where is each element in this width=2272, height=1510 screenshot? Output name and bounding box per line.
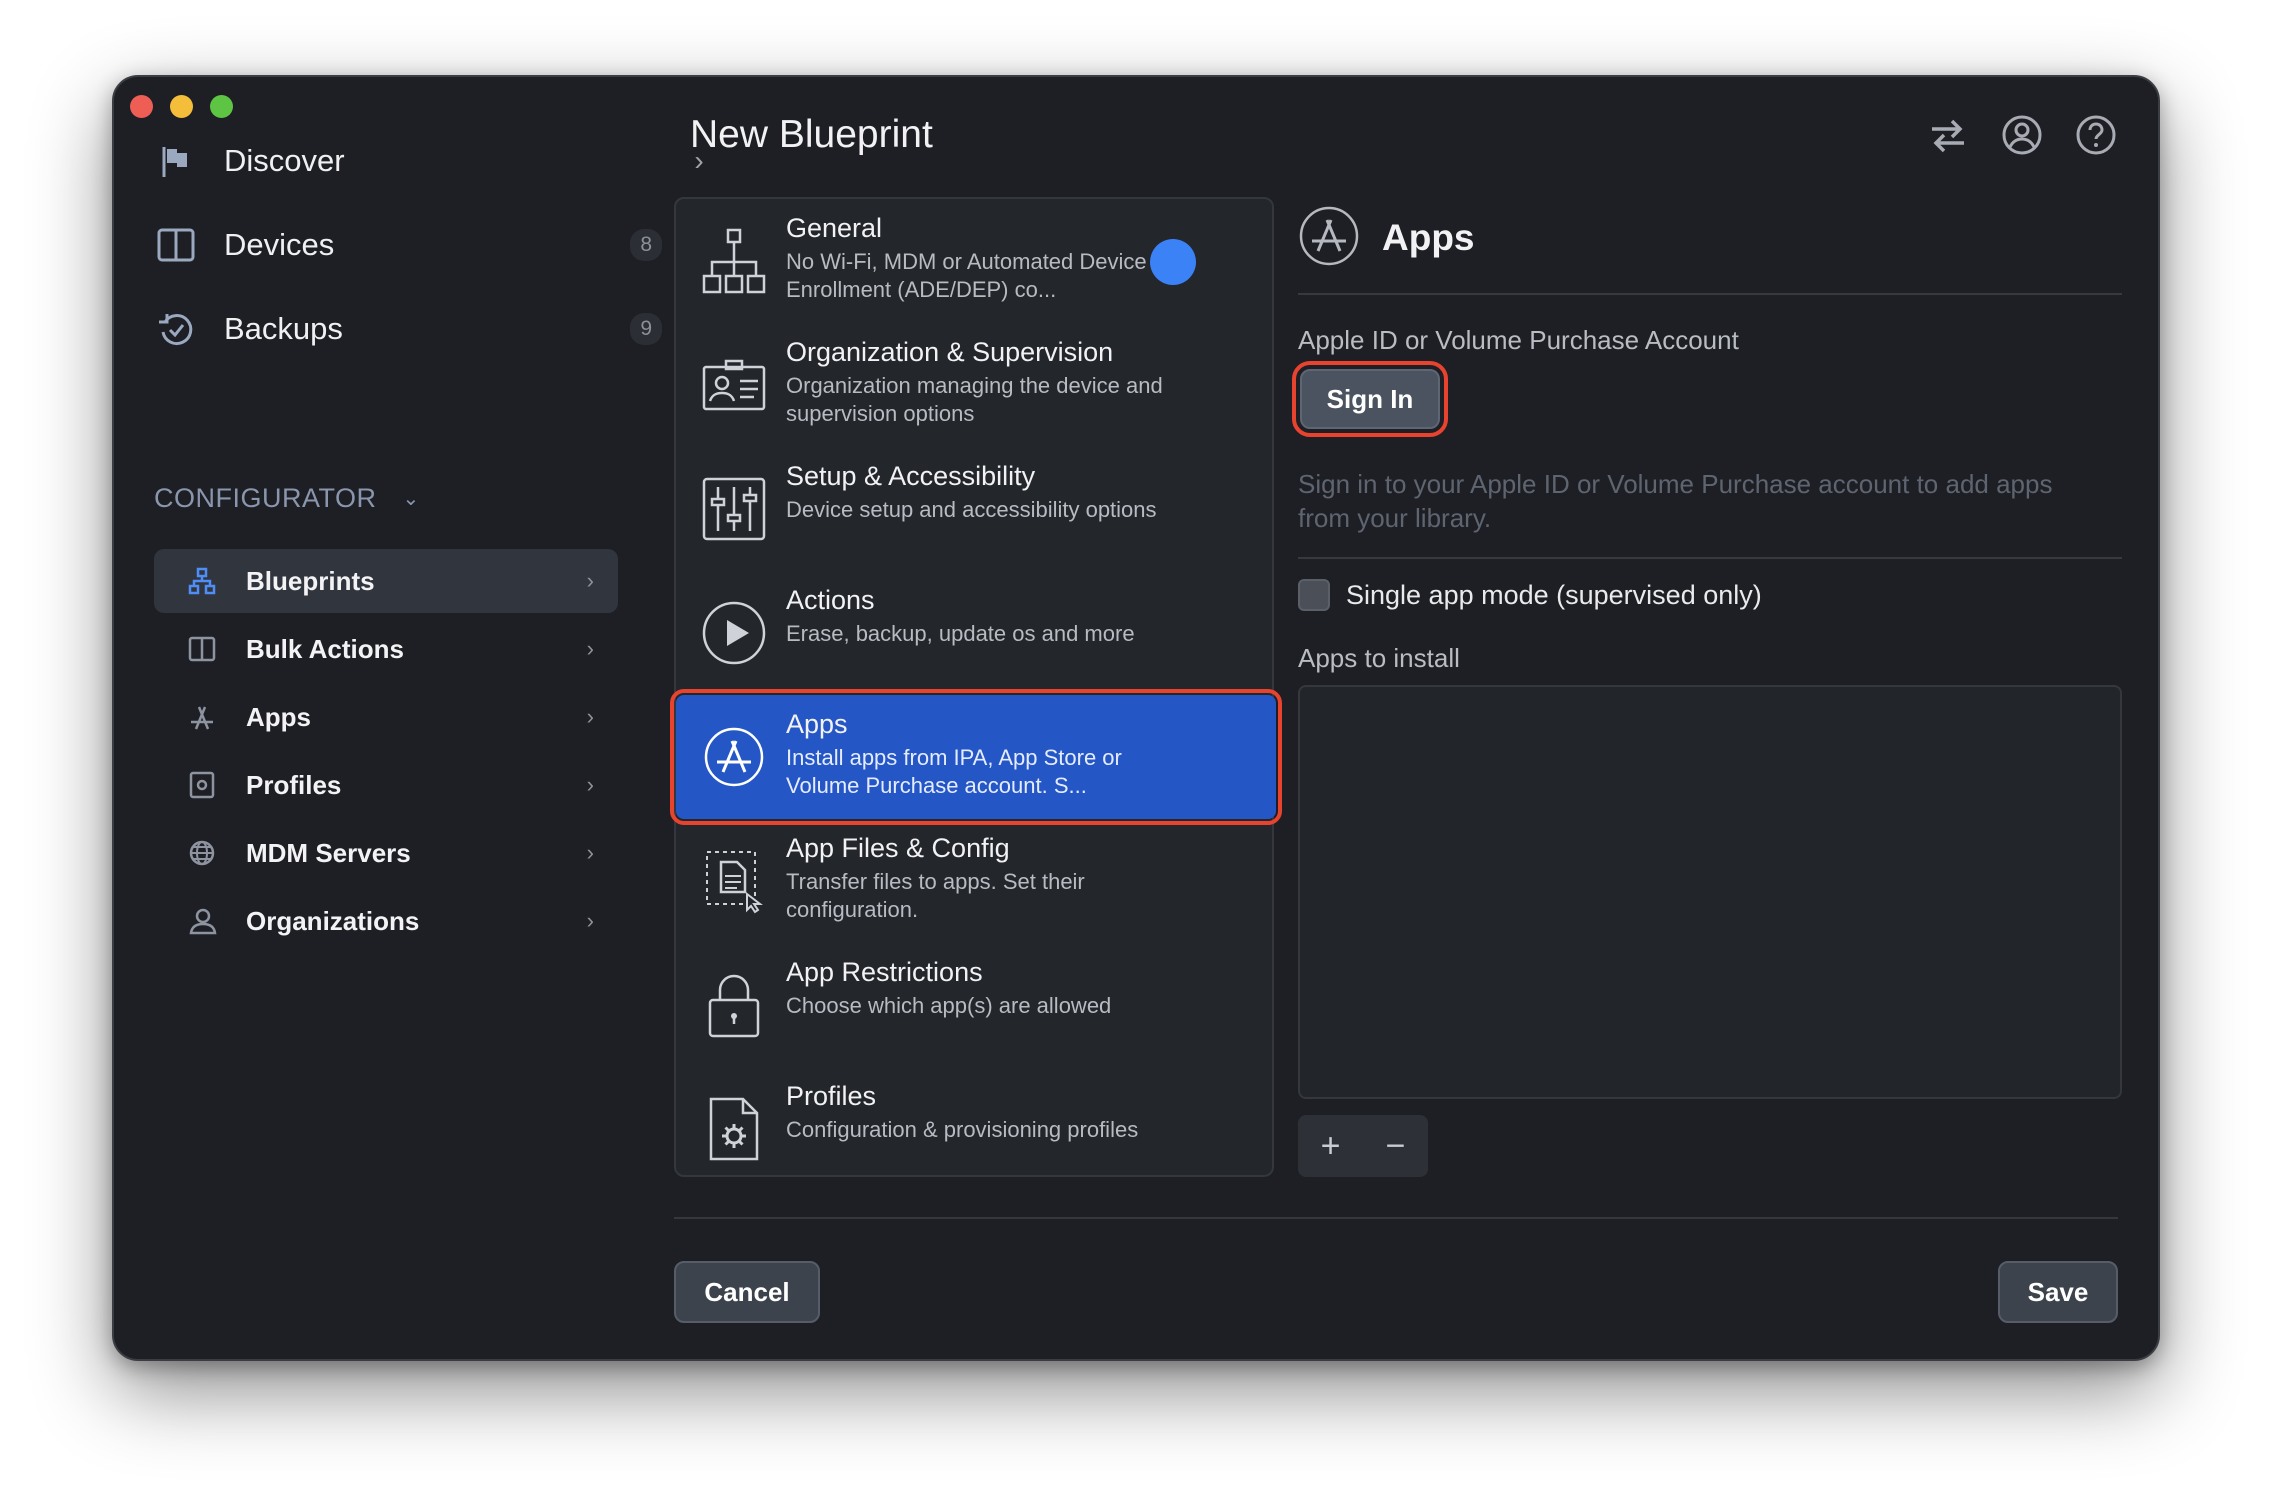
blueprints-icon: [182, 567, 222, 595]
list-item-title: App Restrictions: [786, 957, 1111, 988]
list-item-app-restrictions[interactable]: App Restrictions Choose which app(s) are…: [676, 943, 1272, 1067]
hierarchy-icon: [676, 199, 776, 323]
chevron-right-icon: ›: [587, 636, 594, 662]
id-card-icon: [676, 323, 776, 447]
blueprint-sections-list: General No Wi-Fi, MDM or Automated Devic…: [674, 197, 1274, 1177]
sidebar-item-label: Discover: [224, 143, 684, 179]
list-item-subtitle: Choose which app(s) are allowed: [786, 992, 1111, 1020]
apps-to-install-list[interactable]: [1298, 685, 2122, 1099]
list-item-subtitle: Erase, backup, update os and more: [786, 620, 1135, 648]
cancel-button[interactable]: Cancel: [674, 1261, 820, 1323]
sidebar-item-organizations[interactable]: Organizations ›: [154, 889, 618, 953]
configurator-section-header[interactable]: CONFIGURATOR ⌄: [154, 483, 420, 514]
save-button[interactable]: Save: [1998, 1261, 2118, 1323]
sidebar-item-label: Blueprints: [246, 566, 587, 597]
sign-in-button[interactable]: Sign In: [1300, 369, 1440, 429]
section-title: CONFIGURATOR: [154, 483, 377, 514]
add-remove-control: + −: [1298, 1115, 1428, 1177]
page-title: New Blueprint: [690, 113, 933, 157]
sidebar: Discover › Devices 8 › Backups 9 › CONFI…: [114, 77, 644, 1359]
list-item-actions[interactable]: Actions Erase, backup, update os and mor…: [676, 571, 1272, 695]
toolbar-icons: [1926, 113, 2118, 157]
profile-gear-icon: [676, 1067, 776, 1191]
bulk-actions-icon: [182, 636, 222, 662]
list-item-title: Profiles: [786, 1081, 1138, 1112]
flag-icon: [154, 139, 198, 183]
app-store-icon: [182, 703, 222, 731]
sidebar-item-label: Apps: [246, 702, 587, 733]
list-item-subtitle: Organization managing the device and sup…: [786, 372, 1186, 428]
sidebar-item-blueprints[interactable]: Blueprints ›: [154, 549, 618, 613]
sliders-icon: [676, 447, 776, 571]
account-label: Apple ID or Volume Purchase Account: [1298, 325, 1739, 356]
chevron-right-icon: ›: [587, 772, 594, 798]
single-app-mode-checkbox[interactable]: [1298, 579, 1330, 611]
status-dot: [1150, 239, 1196, 285]
sidebar-item-mdm-servers[interactable]: MDM Servers ›: [154, 821, 618, 885]
account-icon[interactable]: [2000, 113, 2044, 157]
chevron-down-icon: ⌄: [403, 486, 420, 511]
organizations-icon: [182, 907, 222, 935]
app-store-icon: [676, 695, 776, 819]
app-files-icon: [676, 819, 776, 943]
list-item-subtitle: Device setup and accessibility options: [786, 496, 1157, 524]
chevron-right-icon: ›: [587, 908, 594, 934]
list-item-title: App Files & Config: [786, 833, 1186, 864]
sidebar-item-label: Organizations: [246, 906, 587, 937]
remove-app-button[interactable]: −: [1363, 1115, 1428, 1177]
apps-to-install-label: Apps to install: [1298, 643, 1460, 674]
transfer-arrows-icon[interactable]: [1926, 113, 1970, 157]
sidebar-item-backups[interactable]: Backups 9 ›: [154, 299, 714, 359]
sidebar-item-label: Bulk Actions: [246, 634, 587, 665]
list-item-apps[interactable]: Apps Install apps from IPA, App Store or…: [676, 695, 1276, 819]
profiles-icon: [182, 771, 222, 799]
sidebar-item-label: MDM Servers: [246, 838, 587, 869]
sidebar-item-profiles[interactable]: Profiles ›: [154, 753, 618, 817]
list-item-title: Actions: [786, 585, 1135, 616]
chevron-right-icon: ›: [587, 840, 594, 866]
sidebar-item-label: Profiles: [246, 770, 587, 801]
sidebar-item-label: Devices: [224, 227, 630, 263]
apps-detail-panel: Apps Apple ID or Volume Purchase Account…: [1298, 197, 2122, 295]
sidebar-item-label: Backups: [224, 311, 630, 347]
list-item-app-files-config[interactable]: App Files & Config Transfer files to app…: [676, 819, 1272, 943]
chevron-right-icon: ›: [587, 568, 594, 594]
sidebar-item-apps[interactable]: Apps ›: [154, 685, 618, 749]
list-item-profiles[interactable]: Profiles Configuration & provisioning pr…: [676, 1067, 1272, 1191]
panel-header: Apps: [1298, 197, 2122, 279]
single-app-mode-row[interactable]: Single app mode (supervised only): [1298, 579, 1762, 611]
divider: [1298, 557, 2122, 559]
devices-icon: [154, 223, 198, 267]
divider: [1298, 293, 2122, 295]
list-item-setup-accessibility[interactable]: Setup & Accessibility Device setup and a…: [676, 447, 1272, 571]
list-item-subtitle: Configuration & provisioning profiles: [786, 1116, 1138, 1144]
list-item-title: General: [786, 213, 1186, 244]
sidebar-item-bulk-actions[interactable]: Bulk Actions ›: [154, 617, 618, 681]
lock-icon: [676, 943, 776, 1067]
list-item-subtitle: Transfer files to apps. Set their config…: [786, 868, 1186, 924]
list-item-title: Organization & Supervision: [786, 337, 1186, 368]
devices-count-badge: 8: [630, 229, 662, 261]
app-window: Discover › Devices 8 › Backups 9 › CONFI…: [112, 75, 2160, 1361]
globe-icon: [182, 839, 222, 867]
list-item-title: Apps: [786, 709, 1186, 740]
app-store-icon: [1298, 205, 1360, 272]
sign-in-hint: Sign in to your Apple ID or Volume Purch…: [1298, 467, 2058, 535]
chevron-right-icon: ›: [587, 704, 594, 730]
list-item-subtitle: No Wi-Fi, MDM or Automated Device Enroll…: [786, 248, 1186, 304]
sidebar-item-discover[interactable]: Discover ›: [154, 131, 714, 191]
list-item-title: Setup & Accessibility: [786, 461, 1157, 492]
play-icon: [676, 571, 776, 695]
add-app-button[interactable]: +: [1298, 1115, 1363, 1177]
list-item-subtitle: Install apps from IPA, App Store or Volu…: [786, 744, 1186, 800]
panel-title: Apps: [1382, 217, 1475, 259]
list-item-general[interactable]: General No Wi-Fi, MDM or Automated Devic…: [676, 199, 1272, 323]
footer-divider: [674, 1217, 2118, 1219]
list-item-organization-supervision[interactable]: Organization & Supervision Organization …: [676, 323, 1272, 447]
help-icon[interactable]: [2074, 113, 2118, 157]
backups-icon: [154, 307, 198, 351]
backups-count-badge: 9: [630, 313, 662, 345]
single-app-mode-label: Single app mode (supervised only): [1346, 580, 1762, 611]
sidebar-item-devices[interactable]: Devices 8 ›: [154, 215, 714, 275]
